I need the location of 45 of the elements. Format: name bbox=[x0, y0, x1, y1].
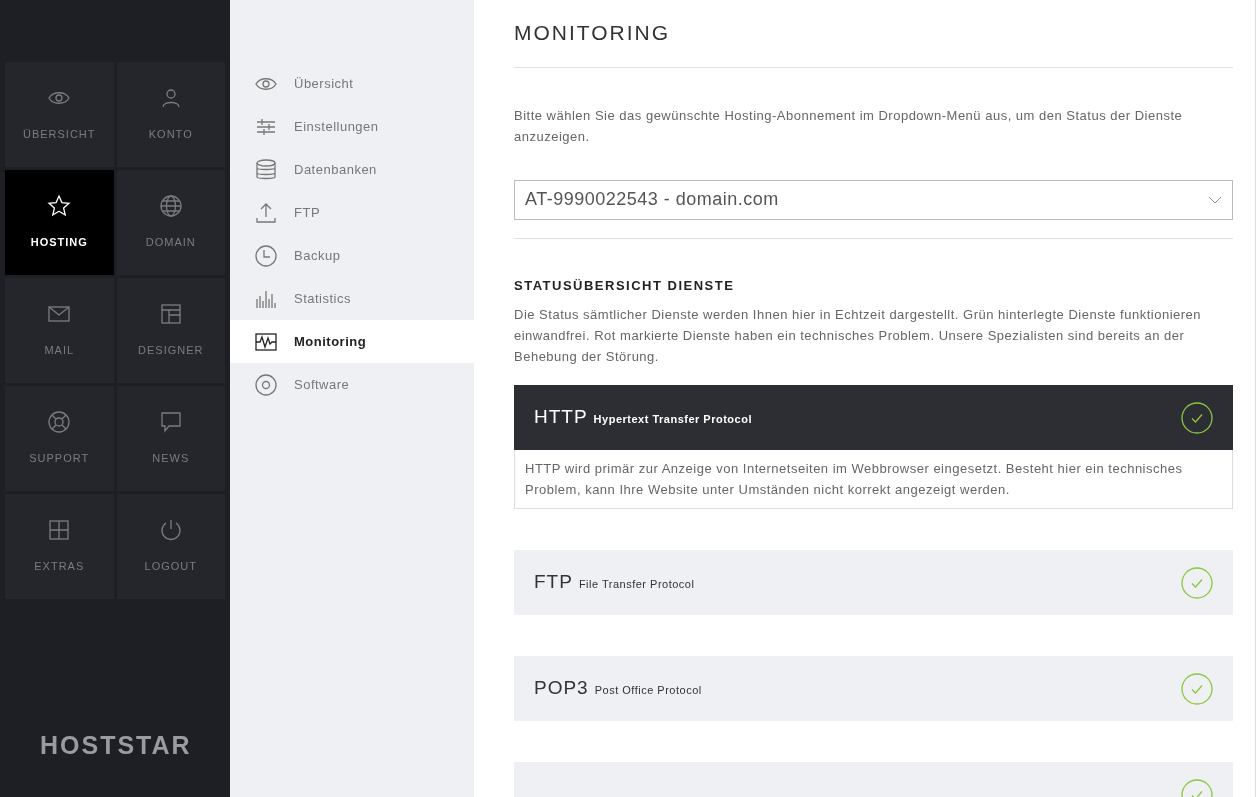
nav-tile[interactable]: ÜBERSICHT bbox=[5, 62, 114, 167]
nav-tile[interactable]: EXTRAS bbox=[5, 494, 114, 599]
layout-icon bbox=[158, 302, 183, 327]
service-name: FTP bbox=[534, 570, 573, 595]
power-icon bbox=[158, 518, 183, 543]
service-description: HTTP wird primär zur Anzeige von Internetseiten im Webbrowser eingesetzt. Besteht hier ein technisches Problem, kann Ihre Website unter Umständen nicht korrekt angezeigt werden. bbox=[525, 460, 1184, 499]
subnav-item[interactable]: Backup bbox=[230, 234, 474, 277]
clock-icon bbox=[254, 243, 278, 268]
disc-icon bbox=[254, 372, 278, 397]
service-header[interactable]: POP3 Post Office Protocol bbox=[514, 656, 1233, 721]
service-full-name: Hypertext Transfer Protocol bbox=[593, 412, 752, 428]
nav-tile[interactable]: LOGOUT bbox=[116, 494, 225, 599]
page-title: MONITORING bbox=[514, 0, 1233, 68]
service-name: POP3 bbox=[534, 676, 589, 701]
nav-tile[interactable]: SUPPORT bbox=[5, 386, 114, 491]
service-full-name: File Transfer Protocol bbox=[578, 577, 695, 593]
service-header[interactable]: FTP File Transfer Protocol bbox=[514, 550, 1233, 615]
nav-tile[interactable]: NEWS bbox=[116, 386, 225, 491]
nav-tile[interactable]: HOSTING bbox=[5, 170, 114, 275]
star-icon bbox=[47, 194, 72, 219]
logo: HOSTSTAR bbox=[40, 730, 192, 759]
subnav-item[interactable]: Software bbox=[230, 363, 474, 406]
nav-tile[interactable]: KONTO bbox=[116, 62, 225, 167]
globe-icon bbox=[158, 194, 183, 219]
speech-bubble-icon bbox=[158, 410, 183, 435]
subnav-item[interactable]: Monitoring bbox=[230, 320, 474, 363]
nav-tile[interactable]: DOMAIN bbox=[116, 170, 225, 275]
database-icon bbox=[254, 157, 278, 182]
lifebuoy-icon bbox=[47, 410, 72, 435]
subnav-item[interactable]: Statistics bbox=[230, 277, 474, 320]
subnav-item[interactable]: Übersicht bbox=[230, 62, 474, 105]
subnav-item[interactable]: Datenbanken bbox=[230, 148, 474, 191]
service-header[interactable]: HTTP Hypertext Transfer Protocol bbox=[514, 385, 1233, 450]
intro-text: Bitte wählen Sie das gewünschte Hosting-Abonnement im Dropdown-Menü aus, um den Status der Dienste anzuzeigen. bbox=[514, 106, 1184, 146]
plus-square-icon bbox=[47, 518, 72, 543]
nav-tile[interactable]: DESIGNER bbox=[116, 278, 225, 383]
subnav-item[interactable]: FTP bbox=[230, 191, 474, 234]
subscription-dropdown[interactable]: AT-9990022543 - domain.com bbox=[514, 179, 1233, 220]
section-heading: STATUSÜBERSICHT DIENSTE bbox=[514, 276, 736, 295]
section-text: Die Status sämtlicher Dienste werden Ihnen hier in Echtzeit dargestellt. Grün hinterlegte Dienste funktionieren einwandfrei. Rot markierte Dienste haben ein technisches Problem. Unsere Spezialisten sind bereits an der Behebung der Störung. bbox=[514, 306, 1203, 366]
chevron-down-icon bbox=[1208, 195, 1222, 204]
service-name: HTTP bbox=[534, 405, 588, 430]
service-full-name: Post Office Protocol bbox=[594, 683, 702, 699]
subnav-item[interactable]: Einstellungen bbox=[230, 105, 474, 148]
nav-tile[interactable]: MAIL bbox=[5, 278, 114, 383]
